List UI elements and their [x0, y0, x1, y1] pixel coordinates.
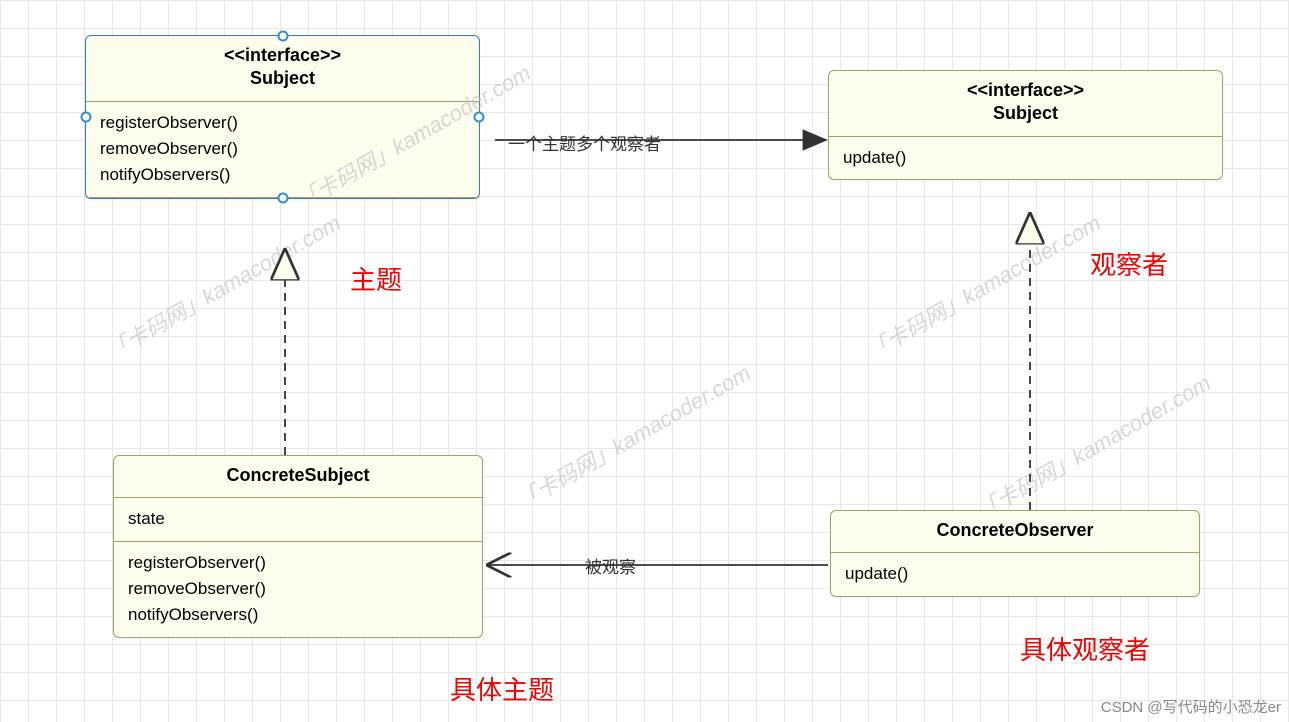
method-item: registerObserver() [100, 110, 465, 136]
method-item: update() [845, 561, 1185, 587]
watermark: 「卡码网」kamacoder.com [100, 206, 346, 367]
resize-handle-left[interactable] [81, 111, 92, 122]
concrete-subject-box[interactable]: ConcreteSubject state registerObserver()… [113, 455, 483, 638]
conn-label-observed: 被观察 [585, 553, 636, 578]
concrete-observer-methods: update() [831, 553, 1199, 595]
observer-name: Subject [839, 102, 1212, 125]
label-concrete-observer: 具体观察者 [1020, 630, 1150, 667]
method-item: update() [843, 145, 1208, 171]
method-item: notifyObservers() [128, 602, 468, 628]
subject-interface-box[interactable]: <<interface>> Subject registerObserver()… [85, 35, 480, 199]
watermark: 「卡码网」kamacoder.com [970, 366, 1216, 527]
concrete-observer-name: ConcreteObserver [841, 519, 1189, 542]
observer-interface-header: <<interface>> Subject [829, 71, 1222, 137]
conn-label-one-to-many: 一个主题多个观察者 [508, 130, 661, 155]
concrete-subject-name: ConcreteSubject [124, 464, 472, 487]
resize-handle-top[interactable] [277, 31, 288, 42]
subject-name: Subject [96, 67, 469, 90]
attr-item: state [128, 506, 468, 532]
watermark: 「卡码网」kamacoder.com [860, 206, 1106, 367]
observer-methods: update() [829, 137, 1222, 179]
resize-handle-right[interactable] [474, 111, 485, 122]
observer-stereo: <<interface>> [839, 79, 1212, 102]
concrete-subject-attrs: state [114, 498, 482, 541]
method-item: notifyObservers() [100, 162, 465, 188]
method-item: removeObserver() [100, 136, 465, 162]
observer-interface-box[interactable]: <<interface>> Subject update() [828, 70, 1223, 180]
subject-methods: registerObserver() removeObserver() noti… [86, 102, 479, 198]
subject-stereo: <<interface>> [96, 44, 469, 67]
label-subject: 主题 [350, 260, 402, 297]
watermark: 「卡码网」kamacoder.com [510, 356, 756, 517]
credit-text: CSDN @写代码的小恐龙er [1101, 696, 1281, 717]
subject-interface-header: <<interface>> Subject [86, 36, 479, 102]
concrete-subject-header: ConcreteSubject [114, 456, 482, 498]
label-observer: 观察者 [1090, 245, 1168, 282]
concrete-observer-header: ConcreteObserver [831, 511, 1199, 553]
resize-handle-bottom[interactable] [277, 192, 288, 203]
concrete-subject-methods: registerObserver() removeObserver() noti… [114, 542, 482, 637]
concrete-observer-box[interactable]: ConcreteObserver update() [830, 510, 1200, 597]
method-item: registerObserver() [128, 550, 468, 576]
label-concrete-subject: 具体主题 [450, 670, 554, 707]
method-item: removeObserver() [128, 576, 468, 602]
